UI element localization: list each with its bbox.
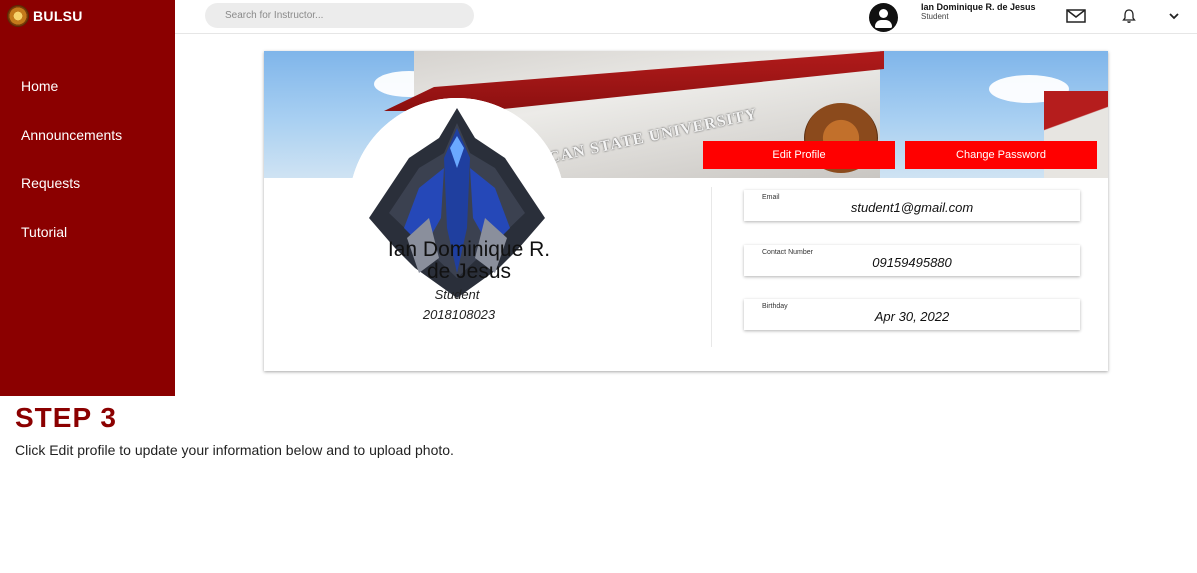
email-value: student1@gmail.com — [850, 200, 974, 215]
contact-number-field: Contact Number 09159495880 — [744, 245, 1080, 276]
step-description: Click Edit profile to update your inform… — [15, 442, 454, 458]
sidebar-item-announcements[interactable]: Announcements — [21, 127, 122, 176]
user-name: Ian Dominique R. de Jesus — [921, 2, 1036, 12]
vertical-divider — [711, 187, 712, 347]
change-password-button[interactable]: Change Password — [905, 141, 1097, 169]
profile-card: ACAN STATE UNIVERSITY Edit Profile Chang… — [264, 51, 1108, 371]
topbar: Ian Dominique R. de Jesus Student — [175, 0, 1197, 34]
app-root: BULSU Home Announcements Requests Tutori… — [0, 0, 1197, 573]
brand[interactable]: BULSU — [7, 5, 83, 27]
profile-role: Student — [434, 287, 480, 302]
bell-icon[interactable] — [1118, 7, 1140, 25]
user-role: Student — [921, 12, 949, 21]
profile-name-line1: Ian Dominique R. — [387, 238, 551, 261]
university-logo-icon — [7, 5, 29, 27]
sidebar-item-tutorial[interactable]: Tutorial — [21, 224, 122, 273]
sidebar-item-requests[interactable]: Requests — [21, 175, 122, 224]
contact-number-value: 09159495880 — [872, 255, 952, 270]
mail-icon[interactable] — [1065, 7, 1087, 25]
sidebar: BULSU Home Announcements Requests Tutori… — [0, 0, 175, 396]
chevron-down-icon[interactable] — [1163, 7, 1185, 25]
birthday-field: Birthday Apr 30, 2022 — [744, 299, 1080, 330]
sidebar-item-home[interactable]: Home — [21, 78, 122, 127]
user-info[interactable]: Ian Dominique R. de Jesus Student — [921, 2, 1041, 22]
step-title: STEP 3 — [15, 402, 117, 433]
avatar-head-shape — [879, 9, 888, 18]
search-input[interactable] — [205, 3, 474, 28]
birthday-value: Apr 30, 2022 — [874, 309, 950, 324]
edit-profile-button[interactable]: Edit Profile — [703, 141, 895, 169]
sidebar-nav: Home Announcements Requests Tutorial — [21, 78, 122, 272]
profile-name-line2: de Jesus — [426, 260, 512, 283]
profile-student-id: 2018108023 — [422, 307, 496, 322]
user-avatar[interactable] — [869, 3, 898, 32]
brand-name: BULSU — [33, 8, 83, 24]
avatar-body-shape — [875, 20, 892, 28]
email-field: Email student1@gmail.com — [744, 190, 1080, 221]
